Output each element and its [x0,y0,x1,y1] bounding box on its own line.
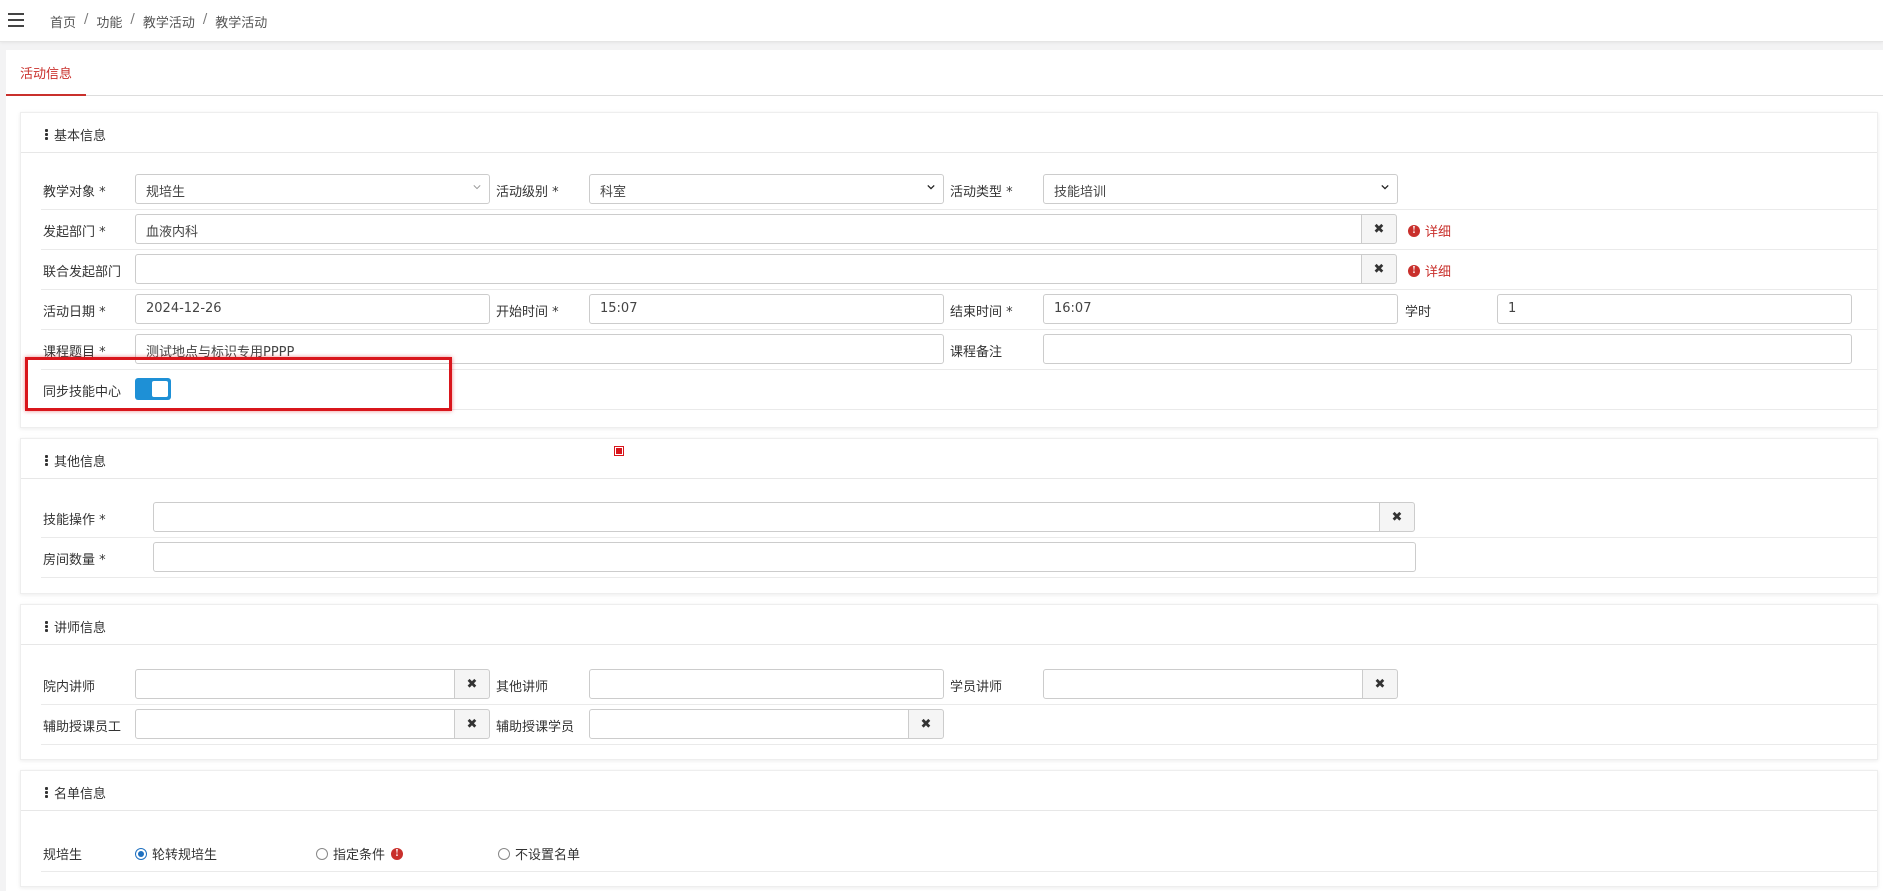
remark-field[interactable] [1043,334,1852,364]
skill-field[interactable] [153,502,1380,532]
hours-field[interactable]: 1 [1497,294,1852,324]
level-select[interactable]: 科室 [589,174,944,204]
level-label: 活动级别 * [496,185,559,200]
section-header: 讲师信息 [21,605,1877,645]
other-lecturer-label: 其他讲师 [496,680,549,695]
date-label: 活动日期 * [43,305,106,320]
assist-staff-label: 辅助授课员工 [43,720,122,735]
close-icon: ✖ [466,716,478,732]
info-icon[interactable]: ! [391,847,404,860]
rooms-field[interactable] [153,542,1416,572]
section-header: 其他信息 [21,439,1877,479]
breadcrumb-teaching[interactable]: 教学活动 [143,12,195,31]
breadcrumb-home[interactable]: 首页 [50,12,76,31]
other-lecturer-field[interactable] [589,669,944,699]
radio-rotation-trainee[interactable]: 轮转规培生 [135,844,217,863]
date-field[interactable]: 2024-12-26 [135,294,490,324]
end-time-field[interactable]: 16:07 [1043,294,1398,324]
clear-student-lecturer-button[interactable]: ✖ [1362,669,1398,699]
clear-internal-lecturer-button[interactable]: ✖ [454,669,490,699]
joint-dept-field[interactable] [135,254,1362,284]
basic-info-section: 基本信息 教学对象 * 规培生 活动级别 * 科室 活动类型 * 技能培训 发起… [20,112,1878,428]
chevron-down-icon [1381,184,1389,190]
dept-label: 发起部门 * [43,225,106,240]
tab-bar: 活动信息 [6,50,1883,96]
radio-checked-icon [135,847,147,860]
breadcrumb: 首页 / 功能 / 教学活动 / 教学活动 [50,12,268,31]
clear-dept-button[interactable]: ✖ [1361,214,1397,244]
start-time-field[interactable]: 15:07 [589,294,944,324]
section-title: 讲师信息 [54,621,107,636]
close-icon: ✖ [920,716,932,732]
dept-field[interactable]: 血液内科 [135,214,1362,244]
skill-label: 技能操作 * [43,513,106,528]
other-info-section: 其他信息 技能操作 * ✖ 房间数量 * [20,438,1878,594]
joint-dept-label: 联合发起部门 [43,265,122,280]
section-title: 名单信息 [54,787,107,802]
menu-icon[interactable] [8,13,24,27]
roster-info-section: 名单信息 规培生 轮转规培生 指定条件 ! 不设置名单 [20,770,1878,887]
target-label: 教学对象 * [43,185,106,200]
chevron-down-icon [927,184,935,190]
radio-unchecked-icon [498,847,510,860]
close-icon: ✖ [1373,221,1385,237]
top-bar: 首页 / 功能 / 教学活动 / 教学活动 [0,0,1883,42]
internal-lecturer-label: 院内讲师 [43,680,96,695]
info-icon: ! [1408,224,1420,237]
type-select[interactable]: 技能培训 [1043,174,1398,204]
red-marker [614,446,624,456]
close-icon: ✖ [466,676,478,692]
close-icon: ✖ [1391,509,1403,525]
section-header: 名单信息 [21,771,1877,811]
radio-unchecked-icon [316,847,328,860]
type-label: 活动类型 * [950,185,1013,200]
roster-label: 规培生 [43,848,83,863]
radio-no-roster[interactable]: 不设置名单 [498,844,580,863]
assist-student-field[interactable] [589,709,909,739]
clear-assist-staff-button[interactable]: ✖ [454,709,490,739]
student-lecturer-label: 学员讲师 [950,680,1003,695]
end-time-label: 结束时间 * [950,305,1013,320]
clear-skill-button[interactable]: ✖ [1379,502,1415,532]
clear-joint-dept-button[interactable]: ✖ [1361,254,1397,284]
target-select[interactable]: 规培生 [135,174,490,204]
section-title: 基本信息 [54,129,107,144]
radio-specified-condition[interactable]: 指定条件 ! [316,844,408,863]
student-lecturer-field[interactable] [1043,669,1363,699]
breadcrumb-function[interactable]: 功能 [96,12,122,31]
joint-dept-detail-link[interactable]: ! 详细 [1408,261,1451,280]
grip-icon [45,786,48,799]
chevron-down-icon [473,185,481,190]
close-icon: ✖ [1374,676,1386,692]
clear-assist-student-button[interactable]: ✖ [908,709,944,739]
info-icon: ! [1408,264,1420,277]
lecturer-info-section: 讲师信息 院内讲师 ✖ 其他讲师 学员讲师 ✖ 辅助授课员工 ✖ 辅助授课学员 … [20,604,1878,760]
start-time-label: 开始时间 * [496,305,559,320]
tab-activity-info[interactable]: 活动信息 [6,50,87,96]
grip-icon [45,454,48,467]
dept-detail-link[interactable]: ! 详细 [1408,221,1451,240]
highlight-annotation [25,357,452,411]
main-content: 活动信息 基本信息 教学对象 * 规培生 活动级别 * 科室 活动类型 * 技能… [6,50,1883,891]
rooms-label: 房间数量 * [43,553,106,568]
section-header: 基本信息 [21,113,1877,153]
breadcrumb-current: 教学活动 [215,16,268,31]
grip-icon [45,128,48,141]
grip-icon [45,620,48,633]
assist-student-label: 辅助授课学员 [496,720,575,735]
remark-label: 课程备注 [950,345,1003,360]
section-title: 其他信息 [54,455,107,470]
assist-staff-field[interactable] [135,709,455,739]
hours-label: 学时 [1405,305,1432,320]
close-icon: ✖ [1373,261,1385,277]
internal-lecturer-field[interactable] [135,669,455,699]
